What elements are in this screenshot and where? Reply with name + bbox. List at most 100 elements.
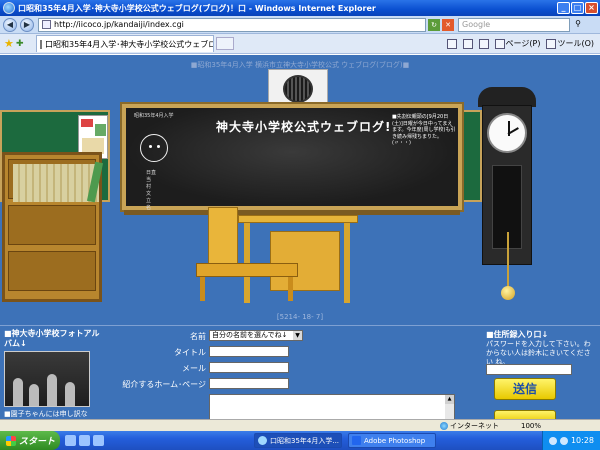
add-favorite-icon[interactable]: ✚ bbox=[16, 39, 28, 49]
globe-icon bbox=[440, 421, 448, 430]
tools-menu-icon bbox=[546, 38, 557, 49]
album-photo[interactable] bbox=[4, 351, 90, 407]
wall-clock bbox=[478, 87, 536, 300]
page-menu[interactable]: ページ(P) bbox=[494, 38, 541, 49]
fan-grille bbox=[283, 75, 313, 103]
chair-back bbox=[208, 207, 238, 265]
pendulum-rod bbox=[507, 232, 509, 292]
stop-button[interactable]: ✕ bbox=[442, 18, 454, 31]
album-caption[interactable]: ■園子ちゃんには申し訳な bbox=[4, 409, 88, 419]
taskbar-item-label: Adobe Photoshop bbox=[364, 436, 426, 445]
maximize-button[interactable]: □ bbox=[571, 2, 584, 14]
mail-input[interactable] bbox=[209, 362, 289, 373]
tab-bar: ★ ✚ 口昭和35年4月入学･神大寺小学校公式ウェブログ(... ページ(P) … bbox=[0, 34, 600, 54]
chair-seat bbox=[196, 263, 298, 277]
blog-title[interactable]: 神大寺小学校公式ウェブログ! bbox=[216, 118, 391, 135]
url-input[interactable] bbox=[54, 20, 394, 29]
start-label: スタート bbox=[19, 437, 56, 447]
photoshop-icon bbox=[352, 436, 361, 445]
ie-icon bbox=[3, 2, 15, 14]
access-counter: [5214- 18- 7] bbox=[276, 313, 324, 321]
homepage-label: 紹介するホーム･ページ bbox=[122, 380, 206, 389]
tab-current[interactable]: 口昭和35年4月入学･神大寺小学校公式ウェブログ(... bbox=[36, 35, 214, 52]
start-button[interactable]: スタート bbox=[0, 431, 60, 450]
poster-block-green bbox=[95, 124, 106, 136]
page-menu-label: ページ(P) bbox=[505, 39, 541, 48]
password-input[interactable] bbox=[486, 364, 572, 375]
command-bar: ページ(P) ツール(O) bbox=[446, 38, 600, 49]
security-zone[interactable]: インターネット bbox=[440, 421, 499, 431]
home-icon[interactable] bbox=[446, 38, 457, 49]
taskbar-item-label: 口昭和35年4月入学... bbox=[270, 436, 340, 445]
search-icon[interactable]: ⚲ bbox=[572, 19, 584, 31]
pendulum-bob bbox=[501, 286, 515, 300]
chair-leg-left bbox=[200, 277, 205, 301]
name-select[interactable]: 自分の名前を選んでね↓ ▼ bbox=[209, 330, 303, 341]
homepage-input[interactable] bbox=[209, 378, 289, 389]
shelf-top bbox=[8, 159, 104, 203]
desk-leg-right bbox=[344, 223, 350, 303]
feeds-icon[interactable] bbox=[462, 38, 473, 49]
blackboard-frame: 昭和35年4月入学 神大寺小学校公式ウェブログ! ■先割伝親頭の[9月20日(土… bbox=[120, 102, 464, 212]
tools-menu[interactable]: ツール(O) bbox=[546, 38, 594, 49]
refresh-button[interactable]: ↻ bbox=[428, 18, 440, 31]
name-label: 名前 bbox=[190, 332, 206, 341]
print-icon[interactable] bbox=[478, 38, 489, 49]
face-right-eye bbox=[157, 145, 160, 148]
blackboard-date: 昭和35年4月入学 bbox=[134, 113, 174, 119]
title-input[interactable] bbox=[209, 346, 289, 357]
scroll-up-icon[interactable]: ▲ bbox=[445, 395, 454, 404]
page-menu-icon bbox=[494, 38, 505, 49]
address-book-note: パスワードを入力して下さい。わからない人は鈴木にきいてください ね。 bbox=[486, 340, 591, 366]
title-label: タイトル bbox=[174, 348, 206, 357]
clock-crown bbox=[478, 87, 536, 107]
teacher-desk bbox=[238, 215, 358, 223]
zoom-level[interactable]: 100% bbox=[521, 422, 541, 430]
back-button[interactable]: ◀ bbox=[3, 17, 17, 32]
zone-label: インターネット bbox=[450, 421, 499, 430]
desk-panel bbox=[270, 231, 340, 291]
quick-launch-media-icon[interactable] bbox=[93, 435, 104, 446]
photo-figure bbox=[47, 374, 57, 406]
window-controls: _ □ × bbox=[557, 2, 598, 14]
window-title-bar: 口昭和35年4月入学･神大寺小学校公式ウェブログ(ブログ)！口 - Window… bbox=[0, 0, 600, 16]
send-button[interactable]: 送信 bbox=[494, 378, 556, 400]
shelf-middle bbox=[8, 205, 96, 245]
tab-page-icon bbox=[40, 39, 42, 49]
minimize-button[interactable]: _ bbox=[557, 2, 570, 14]
address-bar: ◀ ▶ ↻ ✕ Google ⚲ bbox=[0, 16, 600, 34]
search-input[interactable]: Google bbox=[458, 17, 570, 32]
forward-button[interactable]: ▶ bbox=[20, 17, 34, 32]
new-tab-button[interactable] bbox=[216, 37, 234, 50]
chair-leg-right bbox=[288, 277, 293, 301]
close-button[interactable]: × bbox=[585, 2, 598, 14]
tab-label: 口昭和35年4月入学･神大寺小学校公式ウェブログ(... bbox=[45, 39, 213, 49]
bookshelf bbox=[2, 152, 104, 302]
blackboard-notice: ■先割伝親頭の[9月20日(土)]日曜が今日中ってまえます。今年度(周し学校)も… bbox=[392, 114, 456, 146]
section-divider bbox=[0, 325, 600, 326]
photo-figure bbox=[65, 382, 75, 406]
name-select-value: 自分の名前を選んでね↓ bbox=[212, 331, 288, 339]
clock-face bbox=[487, 113, 527, 153]
taskbar: スタート 口昭和35年4月入学... Adobe Photoshop 10:28 bbox=[0, 431, 600, 450]
blackboard: 昭和35年4月入学 神大寺小学校公式ウェブログ! ■先割伝親頭の[9月20日(土… bbox=[126, 108, 458, 211]
taskbar-item-ie[interactable]: 口昭和35年4月入学... bbox=[254, 433, 342, 448]
tray-clock: 10:28 bbox=[570, 436, 594, 445]
photo-figure bbox=[13, 378, 23, 406]
windows-flag-icon bbox=[6, 435, 16, 446]
taskbar-item-photoshop[interactable]: Adobe Photoshop bbox=[348, 433, 436, 448]
tools-menu-label: ツール(O) bbox=[557, 39, 594, 48]
quick-launch-ie-icon[interactable] bbox=[65, 435, 76, 446]
address-book-title: ■住所録入り口↓ bbox=[486, 330, 549, 339]
photo-figure bbox=[29, 384, 39, 406]
photo-album-title[interactable]: ■神大寺小学校フォトアルバム↓ bbox=[4, 329, 100, 349]
dropdown-arrow-icon: ▼ bbox=[293, 331, 302, 340]
ie-icon bbox=[258, 436, 267, 445]
duty-names: 日直 当 村 文 立 名 bbox=[146, 170, 157, 211]
system-tray: 10:28 bbox=[541, 431, 600, 450]
quick-launch-desktop-icon[interactable] bbox=[79, 435, 90, 446]
tray-network-icon[interactable] bbox=[548, 436, 557, 445]
favorites-star-icon[interactable]: ★ bbox=[4, 37, 16, 50]
pendulum-window bbox=[492, 165, 522, 300]
tray-volume-icon[interactable] bbox=[559, 436, 568, 445]
